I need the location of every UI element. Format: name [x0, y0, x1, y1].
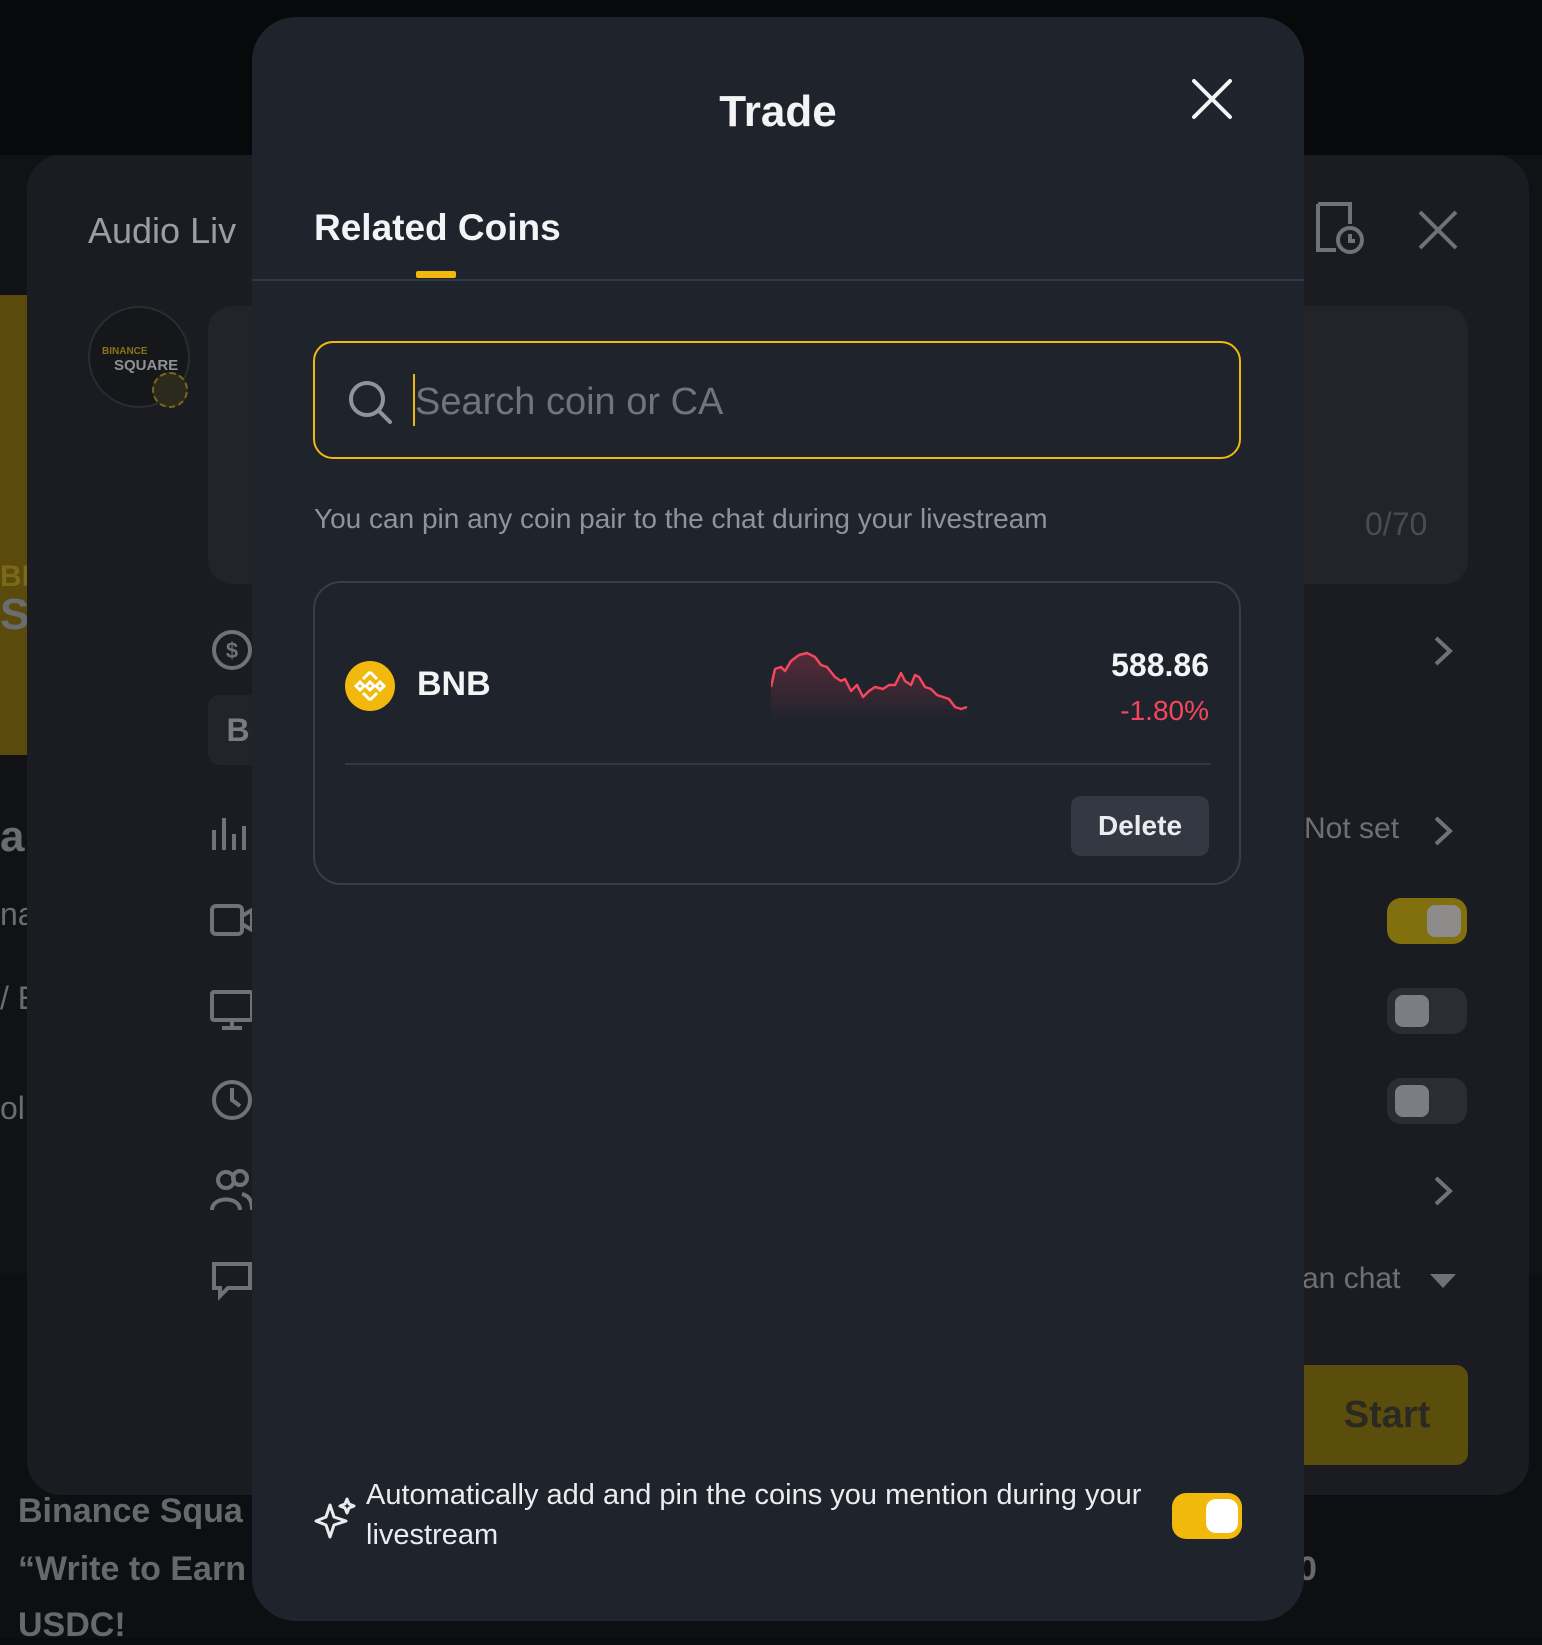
tab-active-indicator: [416, 271, 456, 278]
background-post-line: Binance Squa: [18, 1492, 243, 1530]
search-box[interactable]: [313, 341, 1241, 459]
char-counter: 0/70: [1365, 506, 1428, 542]
coin-price: 588.86: [1111, 647, 1209, 683]
coin-symbol: BNB: [417, 665, 491, 703]
coin-change: -1.80%: [1120, 695, 1209, 726]
background-toggle[interactable]: [1387, 988, 1467, 1034]
video-icon: [210, 898, 254, 942]
audio-bars-icon: [210, 810, 254, 854]
close-icon[interactable]: [1416, 208, 1460, 257]
chevron-right-icon[interactable]: [1432, 634, 1456, 668]
background-fragment: a: [0, 812, 25, 861]
chevron-down-icon[interactable]: [1430, 1274, 1456, 1295]
background-banner: [0, 295, 28, 755]
chat-mode-label: an chat: [1302, 1262, 1401, 1295]
search-icon: [347, 379, 393, 425]
auto-pin-description: Automatically add and pin the coins you …: [366, 1479, 1142, 1551]
delete-button[interactable]: Delete: [1071, 796, 1209, 856]
users-icon: [210, 1168, 254, 1212]
schedule-icon[interactable]: [1314, 200, 1366, 261]
background-fragment: BI: [0, 560, 30, 593]
dollar-icon: $: [210, 628, 254, 672]
not-set-label: Not set: [1304, 812, 1400, 845]
search-input[interactable]: [413, 367, 1217, 437]
svg-text:$: $: [226, 638, 238, 663]
text-caret: [413, 374, 415, 426]
price-sparkline: [771, 651, 968, 723]
background-fragment: ol: [0, 1090, 25, 1126]
trade-modal: Trade Related Coins You can pin any coin…: [252, 17, 1304, 1621]
pin-hint-text: You can pin any coin pair to the chat du…: [314, 503, 1048, 534]
auto-pin-toggle[interactable]: [1172, 1493, 1242, 1539]
tabs-divider: [252, 279, 1304, 281]
go-live-panel-title: Audio Liv: [88, 210, 237, 251]
background-toggle[interactable]: [1387, 898, 1467, 944]
chevron-right-icon[interactable]: [1432, 814, 1456, 848]
avatar: BINANCE SQUARE: [88, 306, 190, 408]
background-post-line: USDC!: [18, 1606, 126, 1644]
verified-badge-icon: [152, 372, 188, 408]
clock-icon: [210, 1078, 254, 1122]
avatar-brand-top: BINANCE: [102, 346, 148, 357]
monitor-icon: [210, 988, 254, 1032]
chat-icon: [210, 1258, 254, 1302]
chevron-right-icon[interactable]: [1432, 1174, 1456, 1208]
sparkle-icon: [314, 1497, 356, 1539]
tab-related-coins[interactable]: Related Coins: [314, 207, 561, 249]
toggle-knob: [1206, 1499, 1238, 1533]
coin-card[interactable]: BNB 588.86 -1.80% Delete: [313, 581, 1241, 885]
background-toggle[interactable]: [1387, 1078, 1467, 1124]
card-divider: [345, 763, 1211, 765]
close-icon[interactable]: [1190, 77, 1234, 121]
background-fragment: S: [0, 590, 30, 639]
modal-title: Trade: [719, 87, 837, 136]
bnb-logo-icon: [345, 661, 395, 711]
background-post-line: “Write to Earn: [18, 1550, 246, 1588]
